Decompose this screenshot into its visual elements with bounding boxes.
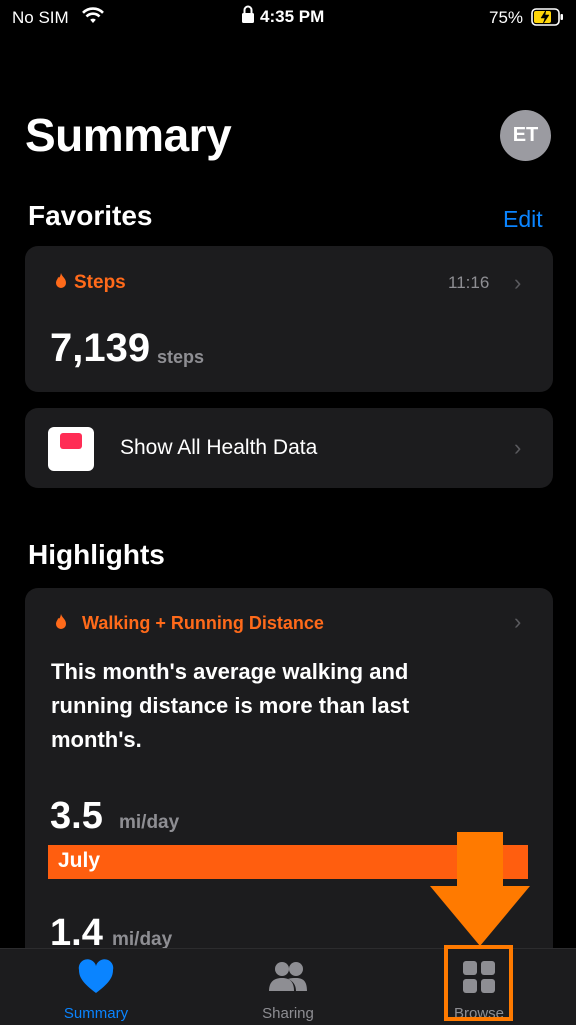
steps-value: 7,139 [50, 326, 151, 370]
page-title: Summary [25, 109, 232, 161]
lock-icon [242, 5, 254, 23]
steps-time: 11:16 [448, 273, 490, 292]
clock: 4:35 PM [260, 7, 325, 26]
show-all-label: Show All Health Data [120, 436, 318, 459]
battery-charging-icon [531, 8, 563, 26]
chevron-right-icon: › [514, 270, 522, 295]
wifi-icon [82, 7, 104, 23]
carrier-label: No SIM [12, 8, 69, 27]
flame-icon [56, 273, 66, 288]
arrow-down-icon [430, 832, 530, 946]
tab-summary-label: Summary [63, 1005, 129, 1022]
health-data-icon [48, 427, 94, 471]
tab-summary[interactable]: Summary [36, 949, 156, 1025]
battery-percent: 75% [489, 8, 524, 27]
edit-button[interactable]: Edit [503, 206, 543, 233]
highlight-value-current: 3.5 [50, 795, 103, 837]
highlights-heading: Highlights [28, 539, 165, 570]
people-icon [269, 962, 307, 991]
heart-icon [78, 959, 114, 993]
highlight-label: Walking + Running Distance [82, 613, 324, 633]
favorites-heading: Favorites [28, 200, 153, 231]
status-bar: No SIM 4:35 PM 75% [0, 0, 576, 36]
bar-month-label: July [58, 849, 101, 872]
highlight-description: This month's average walking and running… [51, 659, 410, 752]
avatar-initials: ET [512, 124, 539, 146]
highlight-unit-current: mi/day [119, 812, 180, 833]
steps-label: Steps [74, 272, 126, 293]
tab-sharing[interactable]: Sharing [228, 949, 348, 1025]
browse-highlight-box [444, 945, 513, 1021]
chevron-right-icon: › [514, 609, 522, 634]
steps-unit: steps [157, 347, 205, 367]
tab-sharing-label: Sharing [262, 1005, 314, 1022]
profile-avatar[interactable]: ET [500, 110, 551, 161]
flame-icon [56, 614, 66, 629]
chevron-right-icon: › [514, 435, 522, 460]
